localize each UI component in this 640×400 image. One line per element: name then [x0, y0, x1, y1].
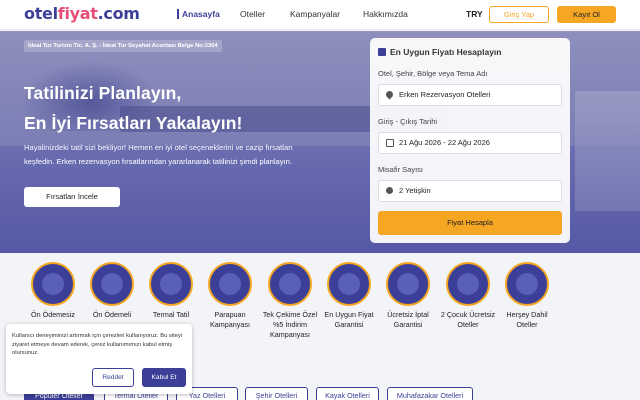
panel-title-text: En Uygun Fiyatı Hesaplayın [390, 47, 502, 57]
feature-label: En Uygun Fiyat Garantisi [324, 310, 374, 329]
nav-hakkimizda[interactable]: Hakkımızda [363, 9, 408, 19]
logo-text-com: .com [97, 4, 140, 23]
prepayment-icon [90, 262, 134, 306]
logo-text-otel: otel [24, 4, 58, 23]
calculator-icon [378, 48, 386, 56]
feature-kids-free[interactable]: 2 Çocuk Ücretsiz Oteller [440, 262, 496, 330]
hero-cabana [575, 91, 640, 211]
guests-field[interactable]: 2 Yetişkin [378, 180, 562, 202]
dates-value: 21 Ağu 2026 - 22 Ağu 2026 [399, 138, 490, 147]
nav-oteller[interactable]: Oteller [240, 9, 265, 19]
feature-prepayment[interactable]: Ön Ödemeli [84, 262, 140, 320]
top-header: otelfiyat.com Anasayfa Oteller Kampanyal… [0, 0, 640, 30]
parapuan-icon [208, 262, 252, 306]
location-label: Otel, Şehir, Bölge veya Tema Adı [378, 69, 488, 78]
feature-label: 2 Çocuk Ücretsiz Oteller [440, 310, 496, 329]
location-field[interactable]: Erken Rezervasyon Otelleri [378, 84, 562, 106]
cookie-consent-banner: Kullanıcı deneyiminizi artırmak için çer… [6, 324, 192, 394]
panel-title: En Uygun Fiyatı Hesaplayın [378, 47, 501, 57]
feature-label: Parapuan Kampanyası [210, 310, 250, 329]
no-prepayment-icon [31, 262, 75, 306]
hero-title-line1: Tatilinizi Planlayın, [24, 83, 182, 103]
dates-label: Giriş - Çıkış Tarihi [378, 117, 438, 126]
cookie-reject-button[interactable]: Reddet [92, 368, 134, 387]
chip-city-hotels[interactable]: Şehir Otelleri [245, 387, 308, 400]
guests-label: Misafir Sayısı [378, 165, 424, 174]
feature-label: Termal Tatil [152, 310, 190, 319]
hero-title-line2: En İyi Fırsatları Yakalayın! [24, 113, 243, 133]
feature-thermal[interactable]: Termal Tatil [143, 262, 199, 320]
feature-label: Herşey Dahil Oteller [506, 310, 548, 329]
currency-selector[interactable]: TRY [466, 9, 483, 19]
logo-text-fiyat: fiyat [57, 4, 98, 23]
all-inclusive-icon [505, 262, 549, 306]
nav-kampanyalar[interactable]: Kampanyalar [290, 9, 340, 19]
feature-free-cancel[interactable]: Ücretsiz İptal Garantisi [380, 262, 436, 330]
nav-anasayfa[interactable]: Anasayfa [177, 9, 220, 19]
location-pin-icon [384, 89, 395, 100]
feature-label: Ücretsiz İptal Garantisi [387, 310, 429, 329]
hero-description: Hayalinizdeki tatil sizi bekliyor! Hemen… [24, 143, 293, 166]
agency-license-badge: İdeal Tur Turizm Tic. A. Ş. - İdeal Tur … [24, 40, 222, 52]
kids-free-icon [446, 262, 490, 306]
cookie-text: Kullanıcı deneyiminizi artırmak için çer… [12, 333, 183, 356]
feature-all-inclusive[interactable]: Herşey Dahil Oteller [499, 262, 555, 330]
free-cancel-icon [386, 262, 430, 306]
calendar-icon [386, 139, 394, 147]
payment-card-icon [268, 262, 312, 306]
feature-label: Ön Ödemesiz [31, 310, 75, 319]
guests-value: 2 Yetişkin [399, 186, 431, 195]
person-icon [386, 187, 393, 194]
explore-offers-button[interactable]: Fırsatları İncele [24, 187, 120, 207]
chip-conservative-hotels[interactable]: Muhafazakar Otelleri [387, 387, 473, 400]
feature-label: Ön Ödemeli [92, 310, 132, 319]
price-search-panel: En Uygun Fiyatı Hesaplayın Otel, Şehir, … [370, 38, 570, 243]
feature-no-prepayment[interactable]: Ön Ödemesiz [25, 262, 81, 320]
location-value: Erken Rezervasyon Otelleri [399, 90, 491, 99]
chip-ski-hotels[interactable]: Kayak Otelleri [316, 387, 379, 400]
feature-parapuan[interactable]: Parapuan Kampanyası [202, 262, 258, 330]
dates-field[interactable]: 21 Ağu 2026 - 22 Ağu 2026 [378, 132, 562, 154]
cookie-accept-button[interactable]: Kabul Et [142, 368, 186, 387]
feature-single-payment-discount[interactable]: Tek Çekime Özel %5 İndirim Kampanyası [262, 262, 318, 340]
login-button[interactable]: Giriş Yap [489, 6, 549, 23]
feature-label: Tek Çekime Özel %5 İndirim Kampanyası [262, 310, 318, 339]
feature-best-price[interactable]: En Uygun Fiyat Garantisi [321, 262, 377, 330]
site-logo[interactable]: otelfiyat.com [24, 4, 140, 23]
best-price-badge-icon [327, 262, 371, 306]
thermal-spa-icon [149, 262, 193, 306]
feature-strip: Ön Ödemesiz Ön Ödemeli Termal Tatil Para… [0, 254, 640, 339]
calculate-price-button[interactable]: Fiyat Hesapla [378, 211, 562, 235]
register-button[interactable]: Kayıt Ol [557, 6, 616, 23]
